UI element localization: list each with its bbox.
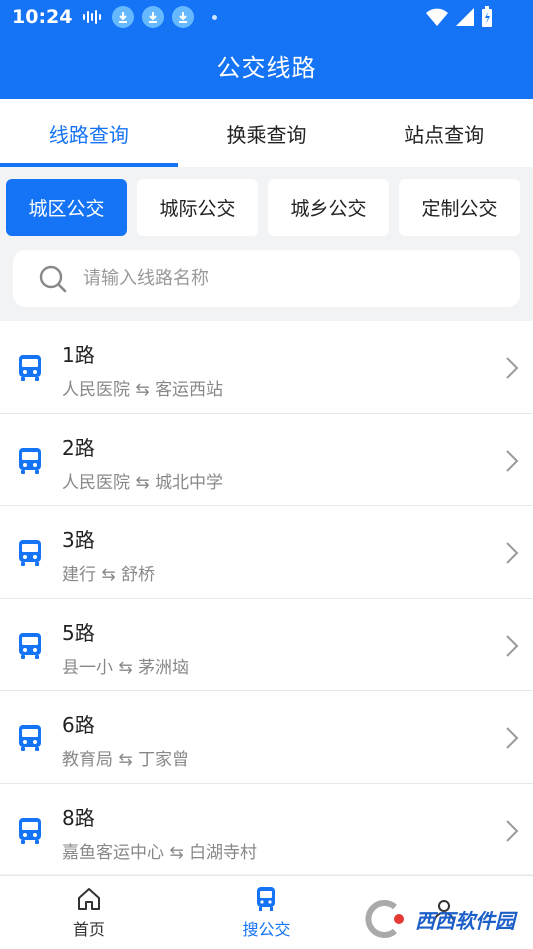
signal-icon bbox=[456, 8, 474, 26]
direction-icon: ⇆ bbox=[118, 750, 133, 771]
bus-icon bbox=[19, 817, 41, 844]
wifi-icon bbox=[426, 8, 448, 26]
route-item[interactable]: 1路 人民医院 ⇆ 客运西站 bbox=[0, 321, 533, 414]
chevron-right-icon bbox=[506, 635, 519, 657]
direction-icon: ⇆ bbox=[118, 657, 133, 678]
route-name: 6路 bbox=[62, 713, 95, 738]
search-box[interactable] bbox=[13, 250, 520, 307]
route-stops: 县一小 ⇆ 茅洲垴 bbox=[62, 653, 189, 678]
direction-icon: ⇆ bbox=[135, 472, 150, 493]
home-icon bbox=[77, 888, 100, 910]
route-end: 白湖寺村 bbox=[189, 842, 258, 863]
route-name: 3路 bbox=[62, 528, 95, 553]
nav-home[interactable]: 首页 bbox=[0, 876, 178, 949]
route-stops: 教育局 ⇆ 丁家曾 bbox=[62, 745, 189, 770]
audio-wave-icon bbox=[83, 10, 102, 24]
watermark-logo: 西西软件园 bbox=[335, 897, 515, 941]
search-icon bbox=[39, 265, 67, 292]
route-item[interactable]: 6路 教育局 ⇆ 丁家曾 bbox=[0, 691, 533, 784]
more-notifications-dot bbox=[212, 14, 218, 20]
battery-icon bbox=[482, 6, 492, 27]
system-icons bbox=[425, 6, 493, 28]
route-end: 舒桥 bbox=[121, 565, 156, 586]
watermark-text: 西西软件园 bbox=[415, 908, 515, 933]
direction-icon: ⇆ bbox=[169, 842, 184, 863]
route-list: 1路 人民医院 ⇆ 客运西站 2路 人民医院 ⇆ 城北中学 3路 建行 ⇆ 舒桥… bbox=[0, 321, 533, 874]
download-icon bbox=[142, 6, 165, 28]
download-icon bbox=[112, 6, 135, 28]
route-name: 5路 bbox=[62, 620, 95, 645]
route-name: 1路 bbox=[62, 343, 95, 367]
route-start: 人民医院 bbox=[62, 472, 130, 493]
route-end: 丁家曾 bbox=[138, 750, 190, 771]
route-start: 嘉鱼客运中心 bbox=[62, 842, 164, 863]
chevron-right-icon bbox=[506, 820, 519, 842]
category-custom-bus[interactable]: 定制公交 bbox=[399, 179, 520, 236]
route-item[interactable]: 3路 建行 ⇆ 舒桥 bbox=[0, 506, 533, 599]
route-stops: 人民医院 ⇆ 城北中学 bbox=[62, 468, 223, 493]
download-icon bbox=[172, 6, 195, 28]
route-item[interactable]: 8路 嘉鱼客运中心 ⇆ 白湖寺村 bbox=[0, 784, 533, 874]
chevron-right-icon bbox=[506, 542, 519, 564]
route-stops: 人民医院 ⇆ 客运西站 bbox=[62, 375, 223, 400]
route-end: 客运西站 bbox=[155, 380, 224, 400]
bus-icon bbox=[19, 355, 41, 381]
status-time: 10:24 bbox=[12, 6, 73, 28]
route-start: 县一小 bbox=[62, 657, 113, 678]
chevron-right-icon bbox=[506, 449, 519, 472]
bus-icon bbox=[19, 632, 41, 659]
route-name: 8路 bbox=[62, 805, 95, 830]
tab-station-search[interactable]: 站点查询 bbox=[355, 99, 533, 167]
route-item[interactable]: 5路 县一小 ⇆ 茅洲垴 bbox=[0, 599, 533, 692]
route-stops: 建行 ⇆ 舒桥 bbox=[62, 560, 155, 585]
bus-icon bbox=[19, 540, 41, 567]
route-stops: 嘉鱼客运中心 ⇆ 白湖寺村 bbox=[62, 838, 257, 863]
category-rural-bus[interactable]: 城乡公交 bbox=[268, 179, 389, 236]
route-end: 城北中学 bbox=[155, 472, 224, 493]
nav-search-bus-label: 搜公交 bbox=[242, 920, 291, 939]
category-intercity-bus[interactable]: 城际公交 bbox=[137, 179, 258, 236]
page-title: 公交线路 bbox=[216, 54, 317, 82]
route-end: 茅洲垴 bbox=[138, 657, 190, 678]
category-filter: 城区公交 城际公交 城乡公交 定制公交 bbox=[6, 179, 527, 236]
tab-route-search[interactable]: 线路查询 bbox=[0, 99, 178, 167]
tab-transfer-search[interactable]: 换乘查询 bbox=[178, 99, 356, 167]
bus-icon bbox=[19, 447, 41, 474]
tab-bar: 线路查询 换乘查询 站点查询 bbox=[0, 99, 533, 167]
watermark-icon bbox=[365, 900, 404, 938]
chevron-right-icon bbox=[506, 357, 519, 379]
route-start: 教育局 bbox=[62, 750, 113, 771]
nav-search-bus[interactable]: 搜公交 bbox=[178, 876, 356, 949]
notification-icons bbox=[82, 6, 218, 28]
category-urban-bus[interactable]: 城区公交 bbox=[6, 179, 127, 236]
chevron-right-icon bbox=[506, 727, 519, 750]
route-start: 建行 bbox=[62, 565, 96, 586]
nav-home-label: 首页 bbox=[72, 920, 105, 939]
direction-icon: ⇆ bbox=[101, 565, 116, 586]
route-item[interactable]: 2路 人民医院 ⇆ 城北中学 bbox=[0, 414, 533, 507]
search-input[interactable] bbox=[83, 268, 463, 289]
bus-icon bbox=[257, 887, 276, 911]
bus-icon bbox=[19, 725, 41, 752]
app-header: 10:24 公交线路 bbox=[0, 0, 533, 99]
route-start: 人民医院 bbox=[62, 380, 130, 400]
route-name: 2路 bbox=[62, 435, 95, 460]
direction-icon: ⇆ bbox=[135, 380, 150, 400]
status-bar: 10:24 bbox=[0, 0, 533, 34]
